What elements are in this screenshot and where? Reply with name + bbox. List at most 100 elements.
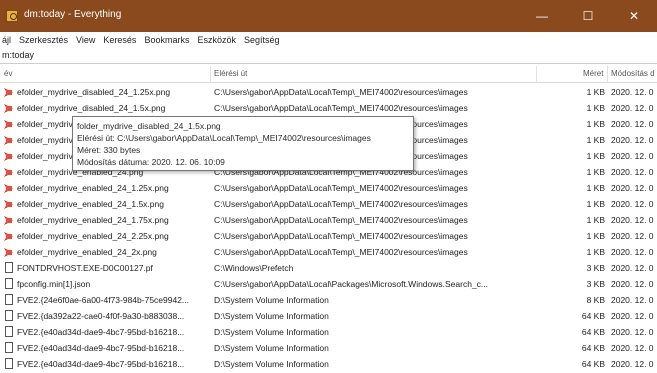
file-path: C:\Users\gabor\AppData\Local\Packages\Mi… [214, 279, 489, 289]
file-path: C:\Users\gabor\AppData\Local\Temp\_MEI74… [214, 215, 468, 225]
list-item[interactable]: FONTDRVHOST.EXE-D0C00127.pf C:\Windows\Pr… [0, 260, 657, 276]
file-size: 64 KB [581, 327, 605, 337]
file-size: 1 KB [586, 183, 605, 193]
file-name: FVE2.{24e6f0ae-6a00-4f73-984b-75ce9942..… [17, 295, 190, 305]
list-item[interactable]: efolder_mydrive_disabled_24_1.5x.png C:\U… [0, 100, 657, 116]
file-name: fpconfig.min[1].json [17, 279, 91, 289]
list-item[interactable]: efolder_mydrive_disabled_24_1.25x.png C:\… [0, 84, 657, 100]
file-path: D:\System Volume Information [214, 327, 329, 337]
menu-edit[interactable]: Szerkesztés [15, 35, 72, 45]
column-divider[interactable] [210, 66, 211, 82]
list-item[interactable]: efolder_mydrive_enabled_24_1.75x.png C:\U… [0, 212, 657, 228]
document-icon [5, 310, 13, 321]
menu-tools[interactable]: Eszközök [193, 35, 240, 45]
file-name: FVE2.{e40ad34d-dae9-4bc7-95bd-b16218... [17, 327, 185, 337]
list-item[interactable]: fpconfig.min[1].json C:\Users\gabor\AppDa… [0, 276, 657, 292]
document-icon [5, 278, 13, 289]
document-icon [5, 358, 13, 369]
menu-bar: ájl Szerkesztés View Keresés Bookmarks E… [0, 32, 657, 49]
tooltip-path: Elérési út: C:\Users\gabor\AppData\Local… [77, 133, 371, 143]
file-size: 1 KB [586, 135, 605, 145]
png-file-icon [4, 215, 14, 225]
list-item[interactable]: efolder_mydrive_enabled_24_1.5x.png C:\Us… [0, 196, 657, 212]
menu-search[interactable]: Keresés [99, 35, 140, 45]
tooltip-date: Módosítás dátuma: 2020. 12. 06. 10:09 [77, 157, 225, 167]
file-size: 1 KB [586, 231, 605, 241]
file-date: 2020. 12. 0 [611, 199, 654, 209]
search-input[interactable] [0, 48, 652, 62]
menu-bookmarks[interactable]: Bookmarks [140, 35, 193, 45]
everything-app-icon [6, 10, 18, 22]
minimize-button[interactable]: — [519, 0, 565, 32]
file-name: FVE2.{e40ad34d-dae9-4bc7-95bd-b16218... [17, 359, 185, 369]
list-item[interactable]: FVE2.{e40ad34d-dae9-4bc7-95bd-b16218... D… [0, 356, 657, 372]
list-item[interactable]: FVE2.{e40ad34d-dae9-4bc7-95bd-b16218... D… [0, 340, 657, 356]
file-date: 2020. 12. 0 [611, 279, 654, 289]
column-header-path[interactable]: Elérési út [214, 69, 247, 78]
menu-view[interactable]: View [72, 35, 99, 45]
file-size: 1 KB [586, 119, 605, 129]
file-name: efolder_mydrive_enabled_24_1.25x.png [17, 183, 169, 193]
file-date: 2020. 12. 0 [611, 343, 654, 353]
tooltip-size: Méret: 330 bytes [77, 145, 141, 155]
document-icon [5, 294, 13, 305]
file-size: 64 KB [581, 311, 605, 321]
file-size: 64 KB [581, 359, 605, 369]
menu-file[interactable]: ájl [0, 35, 15, 45]
file-name: efolder_mydrive_disabled_24_1.25x.png [17, 87, 171, 97]
column-divider[interactable] [536, 66, 537, 82]
file-path: C:\Windows\Prefetch [214, 263, 294, 273]
file-path: C:\Users\gabor\AppData\Local\Temp\_MEI74… [214, 231, 468, 241]
file-size: 64 KB [581, 343, 605, 353]
document-icon [5, 262, 13, 273]
column-divider[interactable] [607, 66, 608, 82]
png-file-icon [4, 87, 14, 97]
column-header-name[interactable]: év [4, 69, 12, 78]
file-date: 2020. 12. 0 [611, 151, 654, 161]
list-item[interactable]: FVE2.{e40ad34d-dae9-4bc7-95bd-b16218... D… [0, 324, 657, 340]
png-file-icon [4, 119, 14, 129]
png-file-icon [4, 231, 14, 241]
file-path: C:\Users\gabor\AppData\Local\Temp\_MEI74… [214, 199, 468, 209]
list-item[interactable]: efolder_mydrive_enabled_24_1.25x.png C:\U… [0, 180, 657, 196]
tooltip-name: folder_mydrive_disabled_24_1.5x.png [77, 121, 221, 131]
column-header: év Elérési út Méret Módosítás d [0, 66, 657, 83]
list-item[interactable]: efolder_mydrive_enabled_24_2.25x.png C:\U… [0, 228, 657, 244]
file-size: 3 KB [586, 279, 605, 289]
file-date: 2020. 12. 0 [611, 119, 654, 129]
png-file-icon [4, 103, 14, 113]
column-header-size[interactable]: Méret [583, 69, 603, 78]
file-date: 2020. 12. 0 [611, 247, 654, 257]
file-name: FONTDRVHOST.EXE-D0C00127.pf [17, 263, 153, 273]
file-path: C:\Users\gabor\AppData\Local\Temp\_MEI74… [214, 87, 468, 97]
title-bar: dm:today - Everything — ☐ ✕ [0, 0, 657, 32]
file-size: 1 KB [586, 151, 605, 161]
file-size: 1 KB [586, 215, 605, 225]
png-file-icon [4, 151, 14, 161]
file-size: 1 KB [586, 199, 605, 209]
document-icon [5, 342, 13, 353]
list-item[interactable]: efolder_mydrive_enabled_24_2x.png C:\User… [0, 244, 657, 260]
png-file-icon [4, 167, 14, 177]
file-date: 2020. 12. 0 [611, 215, 654, 225]
file-date: 2020. 12. 0 [611, 135, 654, 145]
list-item[interactable]: FVE2.{da392a22-cae0-4f0f-9a30-b883038...… [0, 308, 657, 324]
file-name: efolder_mydrive_enabled_24_2x.png [17, 247, 157, 257]
column-header-date[interactable]: Módosítás d [611, 69, 655, 78]
file-size: 8 KB [586, 295, 605, 305]
file-date: 2020. 12. 0 [611, 103, 654, 113]
close-button[interactable]: ✕ [611, 0, 657, 32]
file-size: 1 KB [586, 103, 605, 113]
file-path: C:\Users\gabor\AppData\Local\Temp\_MEI74… [214, 103, 468, 113]
maximize-button[interactable]: ☐ [565, 0, 611, 32]
document-icon [5, 326, 13, 337]
png-file-icon [4, 247, 14, 257]
file-path: D:\System Volume Information [214, 359, 329, 369]
list-item[interactable]: FVE2.{24e6f0ae-6a00-4f73-984b-75ce9942..… [0, 292, 657, 308]
file-path: C:\Users\gabor\AppData\Local\Temp\_MEI74… [214, 247, 468, 257]
file-name: FVE2.{da392a22-cae0-4f0f-9a30-b883038... [17, 311, 185, 321]
menu-help[interactable]: Segítség [240, 35, 284, 45]
file-path: D:\System Volume Information [214, 343, 329, 353]
file-date: 2020. 12. 0 [611, 263, 654, 273]
file-size: 3 KB [586, 263, 605, 273]
